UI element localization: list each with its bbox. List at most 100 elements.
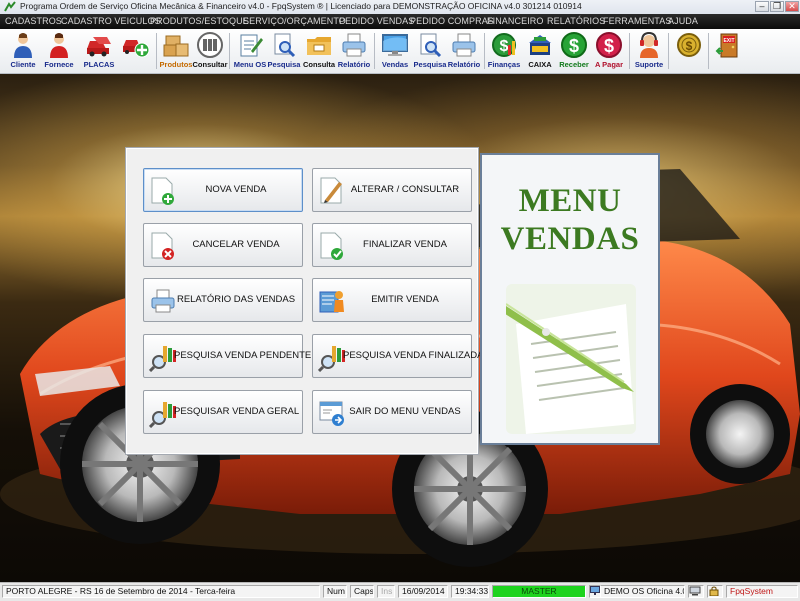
status-date: 16/09/2014 <box>398 585 448 598</box>
toolbar-menu-os-button[interactable]: Menu OS <box>231 31 269 71</box>
close-button[interactable]: ✕ <box>785 1 799 12</box>
status-bar: PORTO ALEGRE - RS 16 de Setembro de 2014… <box>0 582 800 601</box>
menu-financeiro[interactable]: FINANCEIRO <box>487 16 544 26</box>
add-vehicle-icon <box>123 40 150 58</box>
menu-servico-orcamento[interactable]: SERVIÇO/ORÇAMENTO <box>243 16 346 26</box>
toolbar-pesquisa-os-button[interactable]: Pesquisa <box>265 31 303 71</box>
monitor-icon <box>382 34 408 56</box>
menu-cadastros[interactable]: CADASTROS <box>5 16 62 26</box>
search-tools-icon <box>149 402 176 428</box>
toolbar-pesquisa-vendas-button[interactable]: Pesquisa <box>411 31 449 71</box>
sair-do-menu-vendas-button[interactable]: SAIR DO MENU VENDAS <box>312 390 472 434</box>
dollar-green-icon: $ <box>561 32 587 58</box>
folder-icon <box>307 37 331 55</box>
coin-icon: $ <box>677 33 701 57</box>
alterar-consultar-label: ALTERAR / CONSULTAR <box>350 184 460 195</box>
search-doc-icon <box>274 33 296 58</box>
status-user: MASTER <box>492 585 586 598</box>
toolbar-cliente-button[interactable]: Cliente <box>4 31 42 71</box>
svg-text:$: $ <box>604 36 614 56</box>
nova-venda-label: NOVA VENDA <box>205 184 267 195</box>
toolbar-label: Finanças <box>487 60 521 69</box>
pesquisa-venda-finalizada-button[interactable]: PESQUISA VENDA FINALIZADA <box>312 334 484 378</box>
check-doc-icon <box>320 232 343 260</box>
status-brand-label: FpqSystem <box>730 586 773 596</box>
search-doc-icon <box>420 33 442 58</box>
status-ins: Ins <box>377 585 395 598</box>
cars-icon <box>87 37 111 57</box>
toolbar-label: Consultar <box>192 60 228 69</box>
pesquisar-venda-geral-label: PESQUISAR VENDA GERAL <box>174 406 300 417</box>
status-monitor-icon <box>589 585 601 598</box>
exit-window-icon <box>319 401 344 426</box>
search-tools-icon <box>149 346 176 372</box>
boxes-icon <box>163 35 189 57</box>
toolbar-a-pagar-button[interactable]: $ A Pagar <box>590 31 628 71</box>
menu-produtos-estoque[interactable]: PRODUTOS/ESTOQUE <box>150 16 249 26</box>
svg-text:$: $ <box>569 36 579 56</box>
status-caps: Caps <box>350 585 374 598</box>
menu-pedido-vendas[interactable]: PEDIDO VENDAS <box>339 16 414 26</box>
toolbar-relatorio-os-button[interactable]: Relatório <box>335 31 373 71</box>
menu-relatorios[interactable]: RELATÓRIOS <box>547 16 605 26</box>
menu-ajuda[interactable]: AJUDA <box>668 16 698 26</box>
toolbar-label: Menu OS <box>233 60 267 69</box>
status-brand: FpqSystem <box>726 585 798 598</box>
printer-icon <box>452 33 476 57</box>
status-time: 19:34:33 <box>451 585 489 598</box>
toolbar-relatorio-vendas-button[interactable]: Relatório <box>445 31 483 71</box>
toolbar-label: Suporte <box>634 60 664 69</box>
menu-ferramentas[interactable]: FERRAMENTAS <box>603 16 671 26</box>
menu-bar: CADASTROS CADASTRO VEICULOS PRODUTOS/EST… <box>0 14 800 29</box>
toolbar-label: A Pagar <box>594 60 624 69</box>
toolbar-vendas-button[interactable]: Vendas <box>376 31 414 71</box>
toolbar-coin-button[interactable]: $ <box>670 31 708 71</box>
printer-icon <box>342 33 366 57</box>
toolbar-consultar-button[interactable]: Consultar <box>191 31 229 71</box>
toolbar-label: Consulta <box>302 60 336 69</box>
emitir-venda-button[interactable]: EMITIR VENDA <box>312 278 472 322</box>
window-title: Programa Ordem de Serviço Oficina Mecâni… <box>20 1 582 11</box>
alterar-consultar-button[interactable]: ALTERAR / CONSULTAR <box>312 168 472 212</box>
money-chart-icon: $ <box>492 33 516 57</box>
toolbar-label: Produtos <box>159 60 193 69</box>
pesquisa-venda-pendente-button[interactable]: PESQUISA VENDA PENDENTE <box>143 334 311 378</box>
finalizar-venda-button[interactable]: FINALIZAR VENDA <box>312 223 472 267</box>
menu-pedido-compras[interactable]: PEDIDO COMPRAS <box>410 16 494 26</box>
banner-title-line1: MENU <box>518 183 622 219</box>
minimize-button[interactable]: ‒ <box>755 1 769 12</box>
toolbar-fornece-button[interactable]: Fornece <box>40 31 78 71</box>
pesquisa-venda-finalizada-label: PESQUISA VENDA FINALIZADA <box>343 350 484 361</box>
toolbar-label: Vendas <box>381 60 409 69</box>
toolbar-placas-button[interactable]: PLACAS <box>80 31 118 71</box>
nova-venda-button[interactable]: NOVA VENDA <box>143 168 303 212</box>
toolbar-label: Relatório <box>447 60 481 69</box>
toolbar-add-vehicle-button[interactable] <box>117 31 155 71</box>
toolbar-consulta-button[interactable]: Consulta <box>300 31 338 71</box>
toolbar-label: Pesquisa <box>267 60 301 69</box>
sair-do-menu-vendas-label: SAIR DO MENU VENDAS <box>349 406 461 417</box>
clipboard-icon <box>240 34 263 57</box>
person-blue-icon <box>14 33 32 58</box>
restore-button[interactable]: ❐ <box>770 1 784 12</box>
title-bar: Programa Ordem de Serviço Oficina Mecâni… <box>0 0 800 15</box>
new-doc-icon <box>151 177 174 205</box>
pesquisar-venda-geral-button[interactable]: PESQUISAR VENDA GERAL <box>143 390 303 434</box>
toolbar-caixa-button[interactable]: CAIXA <box>521 31 559 71</box>
toolbar-produtos-button[interactable]: Produtos <box>157 31 195 71</box>
banner-title-line2: VENDAS <box>500 221 640 257</box>
toolbar-financas-button[interactable]: $ Finanças <box>485 31 523 71</box>
sales-menu-panel: NOVA VENDA ALTERAR / CONSULTAR CANCELAR … <box>125 147 484 455</box>
status-database: DEMO OS Oficina 4.0 <box>601 585 685 598</box>
toolbar-label: Receber <box>559 60 589 69</box>
toolbar-exit-button[interactable]: EXIT <box>710 31 748 71</box>
finalizar-venda-label: FINALIZAR VENDA <box>363 239 447 250</box>
toolbar-suporte-button[interactable]: Suporte <box>630 31 668 71</box>
printer-icon <box>151 289 175 313</box>
relatorio-das-vendas-button[interactable]: RELATÓRIO DAS VENDAS <box>143 278 303 322</box>
toolbar-receber-button[interactable]: $ Receber <box>555 31 593 71</box>
pen-document-image <box>506 284 636 434</box>
menu-cadastro-veiculos[interactable]: CADASTRO VEICULOS <box>61 16 161 26</box>
cancelar-venda-button[interactable]: CANCELAR VENDA <box>143 223 303 267</box>
exit-door-icon: EXIT <box>715 33 738 58</box>
